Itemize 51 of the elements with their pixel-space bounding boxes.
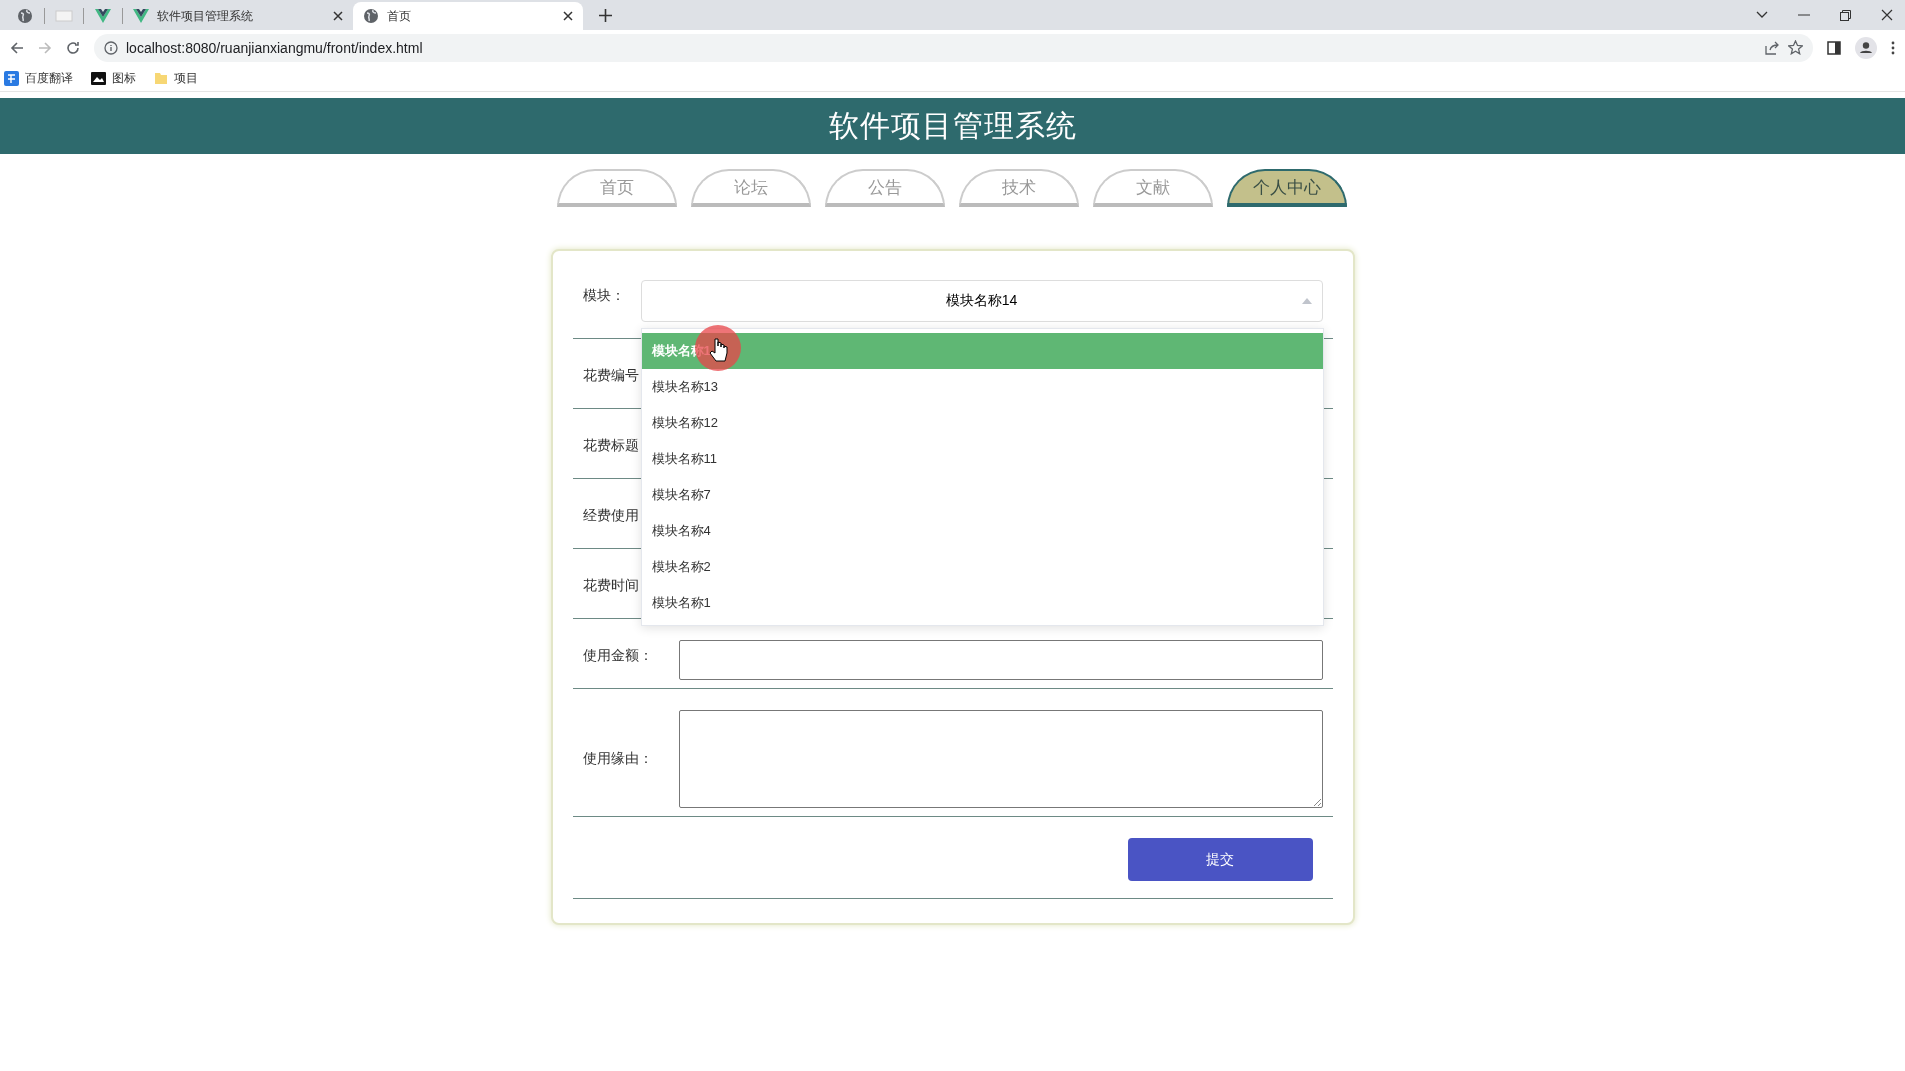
field-label: 经费使用 <box>581 506 640 525</box>
dropdown-option[interactable]: 模块名称13 <box>641 369 1323 405</box>
bookmark[interactable]: 百度翻译 <box>4 69 73 87</box>
caret-up-icon <box>1301 298 1312 304</box>
amount-field[interactable] <box>678 640 1323 680</box>
address-bar[interactable]: localhost:8080/ruanjianxiangmu/front/index.html <box>94 33 1813 62</box>
bookmark[interactable]: 项目 <box>154 69 198 87</box>
close-icon[interactable] <box>563 11 573 21</box>
restore-icon[interactable] <box>1840 9 1851 21</box>
star-icon[interactable] <box>1788 40 1803 55</box>
v-logo-icon <box>133 9 149 23</box>
field-label: 模块： <box>581 286 626 305</box>
module-select[interactable]: 模块名称14 <box>640 280 1323 322</box>
reason-field[interactable] <box>678 710 1323 808</box>
browser-tab[interactable]: 软件项目管理系统 <box>123 2 353 30</box>
dropdown-option[interactable]: 模块名称7 <box>641 477 1323 513</box>
side-panel-icon[interactable] <box>1827 40 1841 55</box>
field-label: 使用金额： <box>581 646 654 665</box>
profile-icon[interactable] <box>1855 36 1877 59</box>
chevron-icon[interactable] <box>1756 11 1768 19</box>
globe-icon <box>363 8 379 24</box>
browser-tab[interactable]: 首页 <box>353 2 583 30</box>
dropdown-option[interactable]: 模块名称1 <box>641 585 1323 621</box>
new-tab-icon[interactable] <box>599 9 612 22</box>
info-icon <box>104 40 118 55</box>
share-icon[interactable] <box>1765 40 1780 55</box>
field-label: 花费编号 <box>581 366 640 385</box>
field-label: 使用缘由： <box>581 749 654 768</box>
back-icon[interactable] <box>10 40 24 55</box>
globe-icon <box>17 8 33 24</box>
field-label: 花费时间 <box>581 576 640 595</box>
dropdown-option[interactable]: 模块名称11 <box>641 441 1323 477</box>
reload-icon[interactable] <box>66 40 80 55</box>
nav-tab[interactable]: 个人中心 <box>1226 169 1347 207</box>
site-title: 软件项目管理系统 <box>828 107 1077 144</box>
dropdown-option[interactable]: 模块名称12 <box>641 405 1323 441</box>
image-icon <box>91 71 106 85</box>
resize-handle-icon[interactable] <box>1312 798 1321 806</box>
url-text: localhost:8080/ruanjianxiangmu/front/index.html <box>126 39 423 56</box>
close-icon[interactable] <box>333 11 343 21</box>
menu-icon[interactable] <box>1891 40 1895 55</box>
dropdown-option[interactable]: 模块名称2 <box>641 549 1323 585</box>
folder-icon <box>154 71 168 85</box>
bookmark[interactable]: 图标 <box>91 69 136 87</box>
field-label: 花费标题 <box>581 436 640 455</box>
page-icon <box>55 9 73 23</box>
translate-icon <box>4 70 19 86</box>
dropdown-option[interactable]: 模块名称4 <box>641 513 1323 549</box>
submit-button[interactable]: 提交 <box>1127 838 1313 881</box>
v-logo-icon <box>95 9 111 23</box>
close-icon[interactable] <box>1881 9 1893 21</box>
